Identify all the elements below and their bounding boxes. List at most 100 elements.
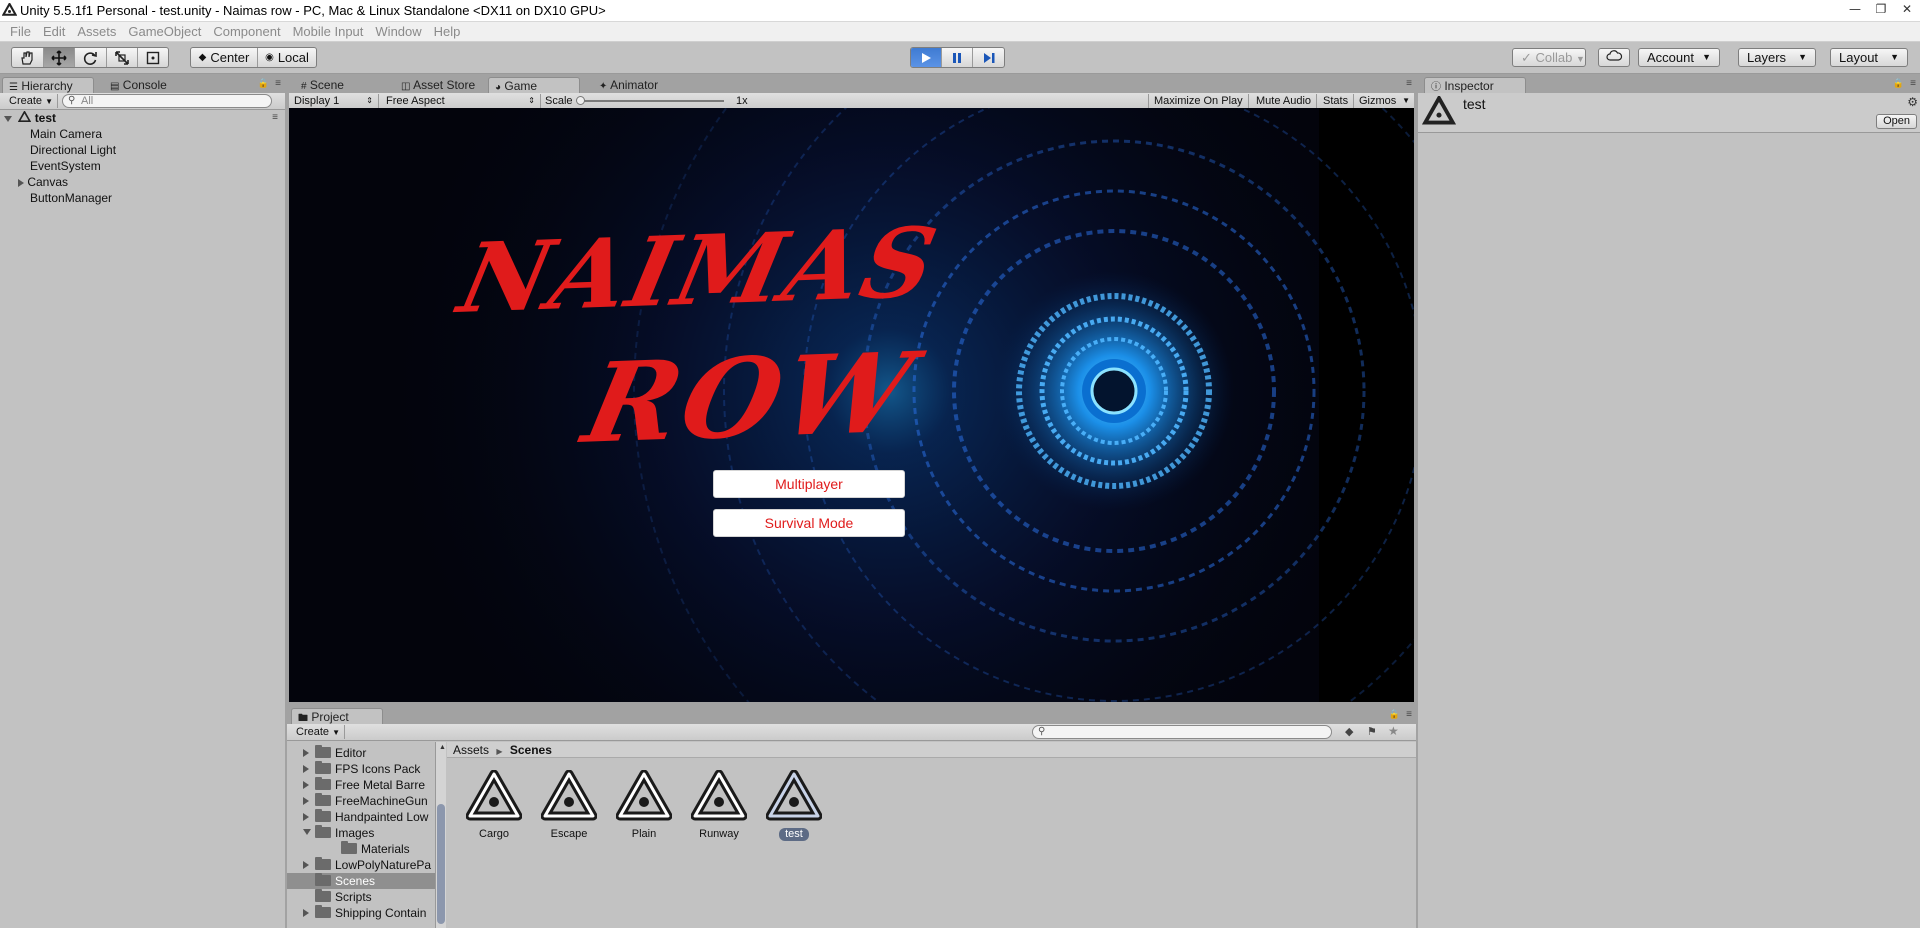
aspect-dropdown[interactable]: Free Aspect ⇕ (381, 94, 541, 108)
filter-type-icon[interactable]: ◆ (1345, 725, 1353, 738)
breadcrumb-scenes[interactable]: Scenes (510, 743, 552, 757)
folder-item-lowpolynaturepa[interactable]: LowPolyNaturePa (287, 857, 435, 873)
play-icon[interactable] (911, 48, 942, 67)
hierarchy-create-button[interactable]: Create ▼ (4, 94, 58, 108)
expand-icon[interactable] (303, 781, 309, 789)
tab-hierarchy[interactable]: ☰ Hierarchy (2, 77, 94, 93)
folder-item-editor[interactable]: Editor (287, 745, 435, 761)
tab-console[interactable]: ▤ Console (104, 77, 175, 93)
scale-slider[interactable] (576, 96, 724, 105)
restore-icon[interactable]: ❐ (1868, 0, 1894, 20)
folder-item-materials[interactable]: Materials (287, 841, 435, 857)
stats-toggle[interactable]: Stats (1318, 94, 1355, 108)
layout-dropdown[interactable]: Layout ▼ (1830, 48, 1908, 67)
layers-dropdown[interactable]: Layers ▼ (1738, 48, 1816, 67)
lock-icon[interactable]: 🔒 (1893, 78, 1904, 89)
maximize-on-play-toggle[interactable]: Maximize On Play (1148, 94, 1249, 108)
folder-item-handpainted-low[interactable]: Handpainted Low (287, 809, 435, 825)
folder-item-freemachinegun[interactable]: FreeMachineGun (287, 793, 435, 809)
expand-icon[interactable] (303, 861, 309, 869)
scale-icon[interactable] (107, 48, 139, 67)
tab-game[interactable]: ◕ Game (488, 77, 580, 93)
rotate-icon[interactable] (75, 48, 107, 67)
breadcrumb-assets[interactable]: Assets (453, 743, 489, 757)
rect-icon[interactable] (138, 48, 168, 67)
close-icon[interactable]: ✕ (1894, 0, 1920, 20)
menu-file[interactable]: File (4, 22, 37, 41)
tab-asset-store[interactable]: ◫ Asset Store (395, 77, 483, 93)
hierarchy-item-canvas[interactable]: Canvas (18, 174, 68, 190)
survival-mode-button[interactable]: Survival Mode (713, 509, 905, 537)
hierarchy-item-buttonmanager[interactable]: ButtonManager (30, 190, 112, 206)
tab-animator[interactable]: ✦ Animator (593, 77, 666, 93)
hand-icon[interactable] (12, 48, 44, 67)
scene-menu-icon[interactable]: ≡ (272, 110, 278, 126)
expand-icon[interactable] (303, 797, 309, 805)
gear-icon[interactable]: ⚙ (1907, 95, 1918, 109)
asset-runway[interactable]: Runway (683, 770, 755, 841)
game-viewport[interactable]: NAIMAS ROW Multiplayer Survival Mode (289, 108, 1414, 702)
folder-item-images[interactable]: Images (287, 825, 435, 841)
tab-inspector[interactable]: ⓘ Inspector (1424, 77, 1526, 93)
pause-icon[interactable] (942, 48, 973, 67)
expand-icon[interactable] (18, 178, 24, 187)
tree-scrollbar[interactable]: ▲ (435, 742, 446, 928)
minimize-icon[interactable]: — (1842, 0, 1868, 20)
folder-item-fps-icons-pack[interactable]: FPS Icons Pack (287, 761, 435, 777)
asset-cargo[interactable]: Cargo (458, 770, 530, 841)
panel-menu-icon[interactable]: ≡ (1406, 709, 1412, 720)
asset-plain[interactable]: Plain (608, 770, 680, 841)
expand-icon[interactable] (303, 749, 309, 757)
menu-assets[interactable]: Assets (71, 22, 122, 41)
lock-icon[interactable]: 🔒 (1389, 709, 1400, 720)
panel-menu-icon[interactable]: ≡ (1406, 78, 1412, 89)
hierarchy-item-directional-light[interactable]: Directional Light (30, 142, 116, 158)
expand-icon[interactable] (303, 813, 309, 821)
lock-icon[interactable]: 🔒 (258, 78, 269, 89)
display-dropdown[interactable]: Display 1 ⇕ (289, 94, 379, 108)
favorite-star-icon[interactable]: ★ (1388, 724, 1399, 738)
expand-icon[interactable] (4, 115, 12, 122)
menu-mobile-input[interactable]: Mobile Input (287, 22, 370, 41)
multiplayer-button[interactable]: Multiplayer (713, 470, 905, 498)
folder-item-scripts[interactable]: Scripts (287, 889, 435, 905)
hierarchy-item-eventsystem[interactable]: EventSystem (30, 158, 101, 174)
panel-menu-icon[interactable]: ≡ (275, 78, 281, 89)
collab-button[interactable]: ✓ Collab ▼ (1512, 48, 1586, 67)
folder-item-scenes[interactable]: Scenes (287, 873, 435, 889)
menu-edit[interactable]: Edit (37, 22, 71, 41)
open-button[interactable]: Open (1876, 114, 1917, 129)
menu-component[interactable]: Component (207, 22, 286, 41)
menu-gameobject[interactable]: GameObject (122, 22, 207, 41)
scroll-up-icon[interactable]: ▲ (439, 744, 446, 751)
move-icon[interactable] (43, 48, 76, 67)
hierarchy-item-main-camera[interactable]: Main Camera (30, 126, 102, 142)
project-create-button[interactable]: Create ▼ (291, 725, 345, 739)
cloud-button[interactable] (1598, 48, 1630, 67)
account-dropdown[interactable]: Account ▼ (1638, 48, 1720, 67)
scale-slider-thumb[interactable] (576, 96, 585, 105)
pivot-center-button[interactable]: ◆ Center (191, 48, 258, 67)
mute-audio-toggle[interactable]: Mute Audio (1251, 94, 1318, 108)
gizmos-dropdown[interactable]: Gizmos ▼ (1354, 94, 1412, 108)
tab-project[interactable]: 🖿 Project (291, 708, 383, 724)
expand-icon[interactable] (303, 829, 311, 835)
project-search-input[interactable]: ⚲ (1032, 725, 1332, 739)
tree-scroll-thumb[interactable] (437, 804, 445, 924)
scene-row[interactable]: test ≡ (4, 110, 280, 126)
panel-menu-icon[interactable]: ≡ (1910, 78, 1916, 89)
menu-window[interactable]: Window (369, 22, 427, 41)
menu-help[interactable]: Help (428, 22, 467, 41)
step-icon[interactable] (973, 48, 1004, 67)
asset-escape[interactable]: Escape (533, 770, 605, 841)
hierarchy-search-input[interactable]: ⚲ All (62, 94, 272, 108)
space-local-button[interactable]: ◉ Local (258, 48, 316, 67)
asset-test[interactable]: test (758, 770, 830, 841)
expand-icon[interactable] (303, 765, 309, 773)
tab-scene[interactable]: # Scene (295, 77, 352, 93)
inspector-header: test ⚙ Open (1418, 93, 1920, 133)
filter-label-icon[interactable]: ⚑ (1367, 725, 1377, 738)
folder-item-free-metal-barre[interactable]: Free Metal Barre (287, 777, 435, 793)
folder-item-shipping-contain[interactable]: Shipping Contain (287, 905, 435, 921)
expand-icon[interactable] (303, 909, 309, 917)
